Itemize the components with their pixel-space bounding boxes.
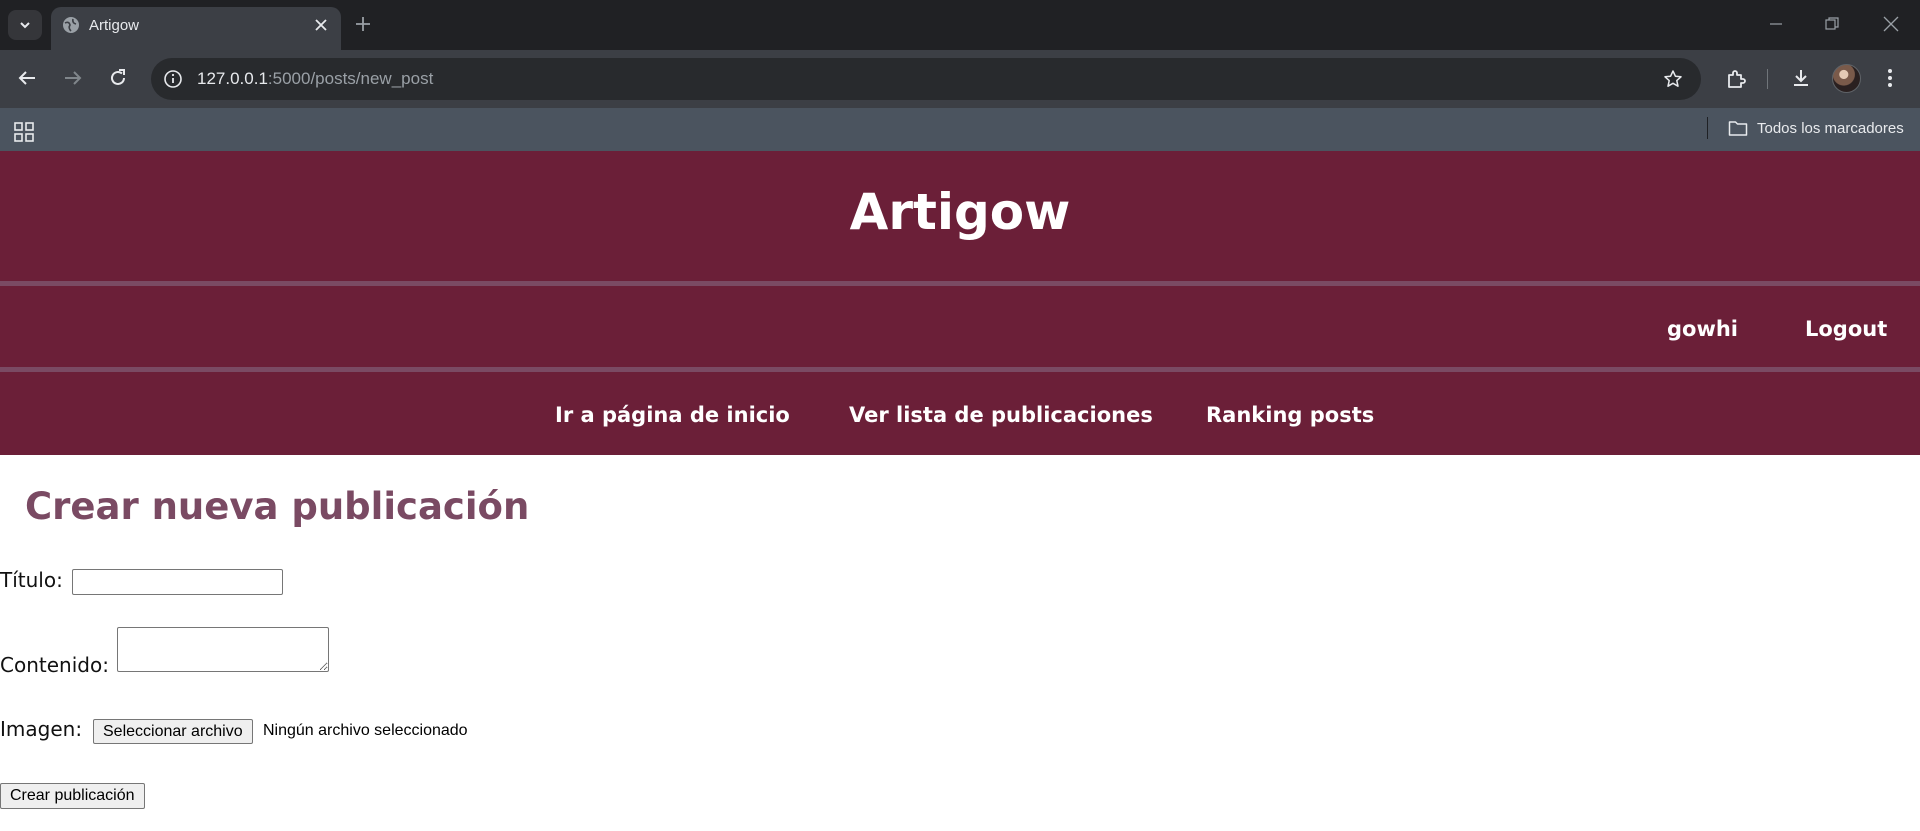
reload-icon[interactable] [107,67,129,89]
site-header: Artigow gowhi Logout Ir a página de inic… [0,151,1920,455]
minimize-icon[interactable] [1768,16,1784,32]
title-label: Título: [0,568,63,592]
site-title: Artigow [849,183,1071,241]
toolbar-separator [1767,69,1768,89]
logout-link[interactable]: Logout [1805,317,1887,341]
browser-toolbar: 127.0.0.1:5000/posts/new_post [0,50,1920,108]
forward-arrow-icon[interactable] [62,67,84,89]
restore-icon[interactable] [1824,16,1840,32]
image-label: Imagen: [0,717,83,741]
url-text: 127.0.0.1:5000/posts/new_post [197,69,433,89]
title-input[interactable] [72,569,283,595]
all-bookmarks-button[interactable]: Todos los marcadores [1728,119,1904,137]
content-textarea[interactable] [117,627,329,672]
download-icon[interactable] [1790,67,1812,89]
posts-list-link[interactable]: Ver lista de publicaciones [849,403,1153,427]
tab-title: Artigow [89,17,140,34]
tab-search-button[interactable] [8,10,42,40]
username-link[interactable]: gowhi [1667,317,1738,341]
extensions-puzzle-icon[interactable] [1725,68,1747,90]
globe-icon [62,16,80,34]
profile-avatar[interactable] [1832,64,1861,93]
browser-tab[interactable]: Artigow [51,7,341,50]
browser-tab-strip: Artigow [0,0,1920,50]
bookmarks-bar: Todos los marcadores [0,108,1920,151]
bookmark-star-icon[interactable] [1663,69,1683,89]
choose-file-button[interactable]: Seleccionar archivo [93,719,253,744]
nav-divider [0,367,1920,372]
folder-icon [1728,119,1748,137]
apps-grid-icon[interactable] [14,122,34,142]
site-info-icon[interactable] [163,69,183,89]
back-arrow-icon[interactable] [16,67,38,89]
url-host: 127.0.0.1 [197,69,268,88]
page-title: Crear nueva publicación [25,485,530,528]
all-bookmarks-label: Todos los marcadores [1757,119,1904,137]
more-vert-icon[interactable] [1886,66,1894,90]
url-path: :5000/posts/new_post [267,69,434,88]
create-post-button[interactable]: Crear publicación [0,783,145,809]
ranking-link[interactable]: Ranking posts [1206,403,1374,427]
file-status-text: Ningún archivo seleccionado [263,722,468,739]
plus-icon[interactable] [352,13,374,35]
home-link[interactable]: Ir a página de inicio [555,403,790,427]
close-window-icon[interactable] [1882,15,1900,33]
address-bar[interactable]: 127.0.0.1:5000/posts/new_post [151,58,1701,100]
content-label: Contenido: [0,653,109,677]
header-divider [0,281,1920,286]
chevron-down-icon [18,18,32,32]
bookmarks-separator [1707,117,1708,139]
close-icon[interactable] [314,18,328,32]
